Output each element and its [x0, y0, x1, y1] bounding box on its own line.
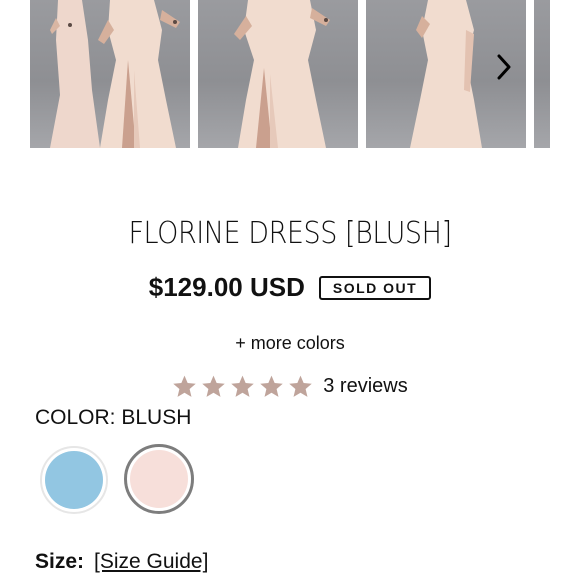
- swatch-fill: [45, 451, 103, 509]
- dress-photo-image: [234, 0, 330, 148]
- product-image-gallery[interactable]: [0, 0, 580, 148]
- size-guide-link[interactable]: [Size Guide]: [94, 550, 208, 574]
- size-row: Size: [Size Guide]: [35, 550, 208, 574]
- dress-photo-image: [50, 0, 180, 148]
- star-icon: [202, 375, 225, 397]
- chevron-right-icon: [497, 54, 511, 80]
- more-colors-link[interactable]: + more colors: [0, 333, 580, 354]
- swatch-fill: [130, 450, 188, 508]
- star-icon: [173, 375, 196, 397]
- product-title: FLORINE DRESS [BLUSH]: [128, 216, 452, 251]
- star-icon: [289, 375, 312, 397]
- size-label: Size:: [35, 550, 85, 573]
- gallery-image[interactable]: [534, 0, 550, 148]
- color-swatch-blush[interactable]: [124, 444, 194, 514]
- color-swatch-blue[interactable]: [40, 446, 108, 514]
- reviews-link[interactable]: 3 reviews: [323, 375, 407, 398]
- price-row: $129.00 USD SOLD OUT: [0, 272, 580, 303]
- gallery-image[interactable]: [198, 0, 358, 148]
- gallery-image[interactable]: [30, 0, 190, 148]
- star-icon: [260, 375, 283, 397]
- color-label: COLOR: BLUSH: [35, 406, 192, 429]
- product-price: $129.00 USD: [148, 272, 305, 302]
- sold-out-badge: SOLD OUT: [318, 275, 432, 300]
- gallery-next-button[interactable]: [490, 52, 518, 82]
- rating-row[interactable]: 3 reviews: [0, 374, 580, 399]
- star-icon: [231, 375, 254, 397]
